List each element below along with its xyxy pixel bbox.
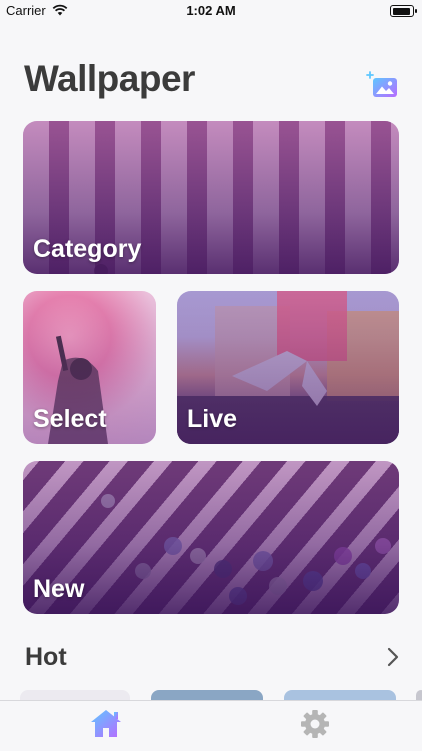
- tab-bar: [0, 700, 422, 751]
- status-bar: Carrier 1:02 AM: [0, 0, 422, 22]
- home-icon[interactable]: [86, 706, 126, 742]
- live-label: Live: [187, 405, 238, 433]
- new-label: New: [33, 575, 85, 603]
- page-title: Wallpaper: [24, 58, 195, 99]
- battery-icon: [390, 5, 417, 17]
- category-tile[interactable]: Category: [23, 121, 399, 274]
- battery-level: [392, 7, 410, 15]
- select-tile[interactable]: Select: [23, 291, 156, 444]
- new-tile[interactable]: New: [23, 461, 399, 614]
- hot-section-title: Hot: [25, 643, 67, 671]
- gear-icon[interactable]: [295, 706, 335, 742]
- live-tile[interactable]: Live: [177, 291, 399, 444]
- select-label: Select: [33, 405, 107, 433]
- chevron-right-icon[interactable]: [384, 645, 402, 669]
- clock-label: 1:02 AM: [186, 3, 236, 18]
- category-label: Category: [33, 235, 142, 263]
- add-photo-icon[interactable]: [366, 70, 400, 100]
